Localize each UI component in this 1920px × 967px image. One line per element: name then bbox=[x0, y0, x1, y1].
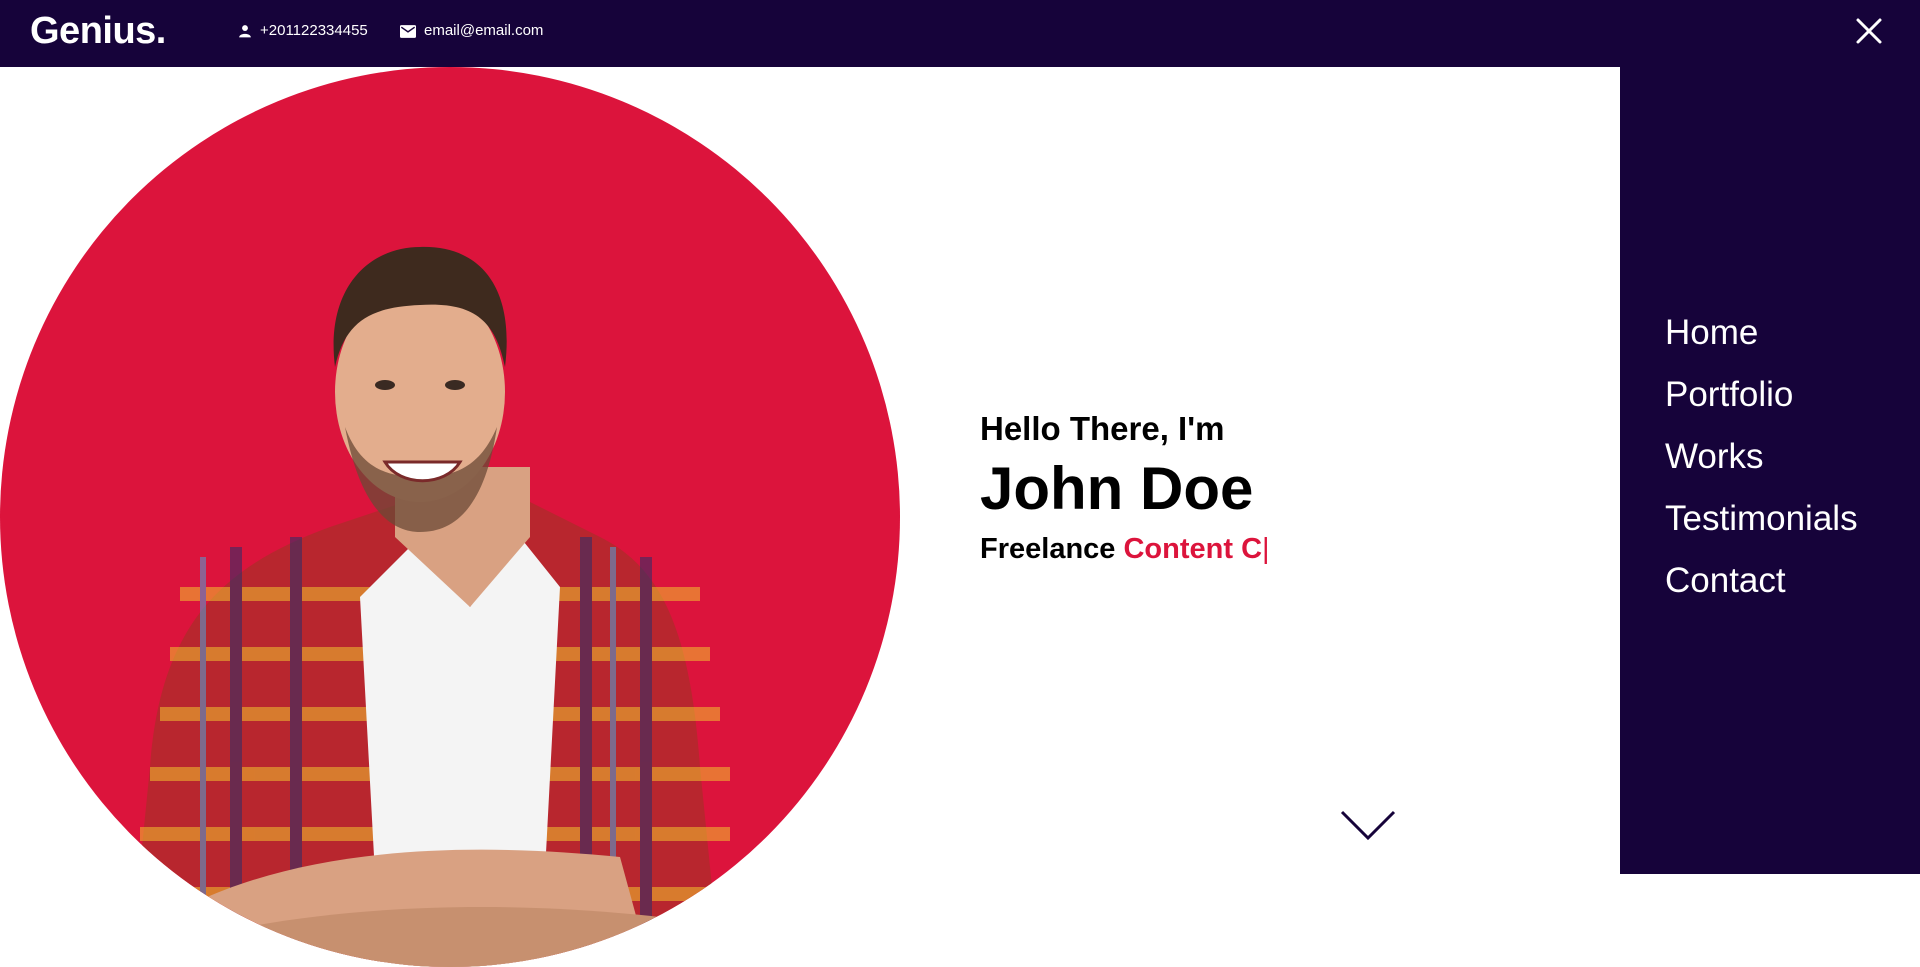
email-contact[interactable]: email@email.com bbox=[400, 21, 543, 41]
phone-contact[interactable]: +201122334455 bbox=[238, 21, 368, 41]
intro-block: Hello There, I'm John Doe Freelance Cont… bbox=[980, 405, 1270, 571]
phone-number: +201122334455 bbox=[260, 22, 368, 39]
menu-list: Home Portfolio Works Testimonials Contac… bbox=[1665, 302, 1858, 612]
menu-item-portfolio[interactable]: Portfolio bbox=[1665, 364, 1858, 426]
typing-cursor: | bbox=[1262, 533, 1270, 565]
logo[interactable]: Genius. bbox=[30, 10, 166, 52]
chevron-down-icon[interactable] bbox=[1340, 808, 1396, 842]
portrait-image bbox=[130, 246, 730, 967]
side-menu: Home Portfolio Works Testimonials Contac… bbox=[1620, 67, 1920, 874]
email-address: email@email.com bbox=[424, 22, 544, 39]
close-icon[interactable] bbox=[1854, 16, 1884, 46]
hero-circle bbox=[0, 67, 900, 967]
greeting-text: Hello There, I'm bbox=[980, 410, 1225, 447]
role-line: Freelance Content C| bbox=[980, 527, 1270, 571]
hero-name: John Doe bbox=[980, 455, 1254, 522]
person-icon bbox=[239, 25, 251, 38]
menu-item-testimonials[interactable]: Testimonials bbox=[1665, 488, 1858, 550]
menu-item-works[interactable]: Works bbox=[1665, 426, 1858, 488]
role-prefix: Freelance bbox=[980, 533, 1116, 565]
role-typed: Content C bbox=[1123, 533, 1263, 565]
top-bar: Genius. +201122334455 email@email.com bbox=[0, 0, 1920, 67]
mail-icon bbox=[400, 24, 416, 38]
menu-item-contact[interactable]: Contact bbox=[1665, 550, 1858, 612]
menu-item-home[interactable]: Home bbox=[1665, 302, 1858, 364]
